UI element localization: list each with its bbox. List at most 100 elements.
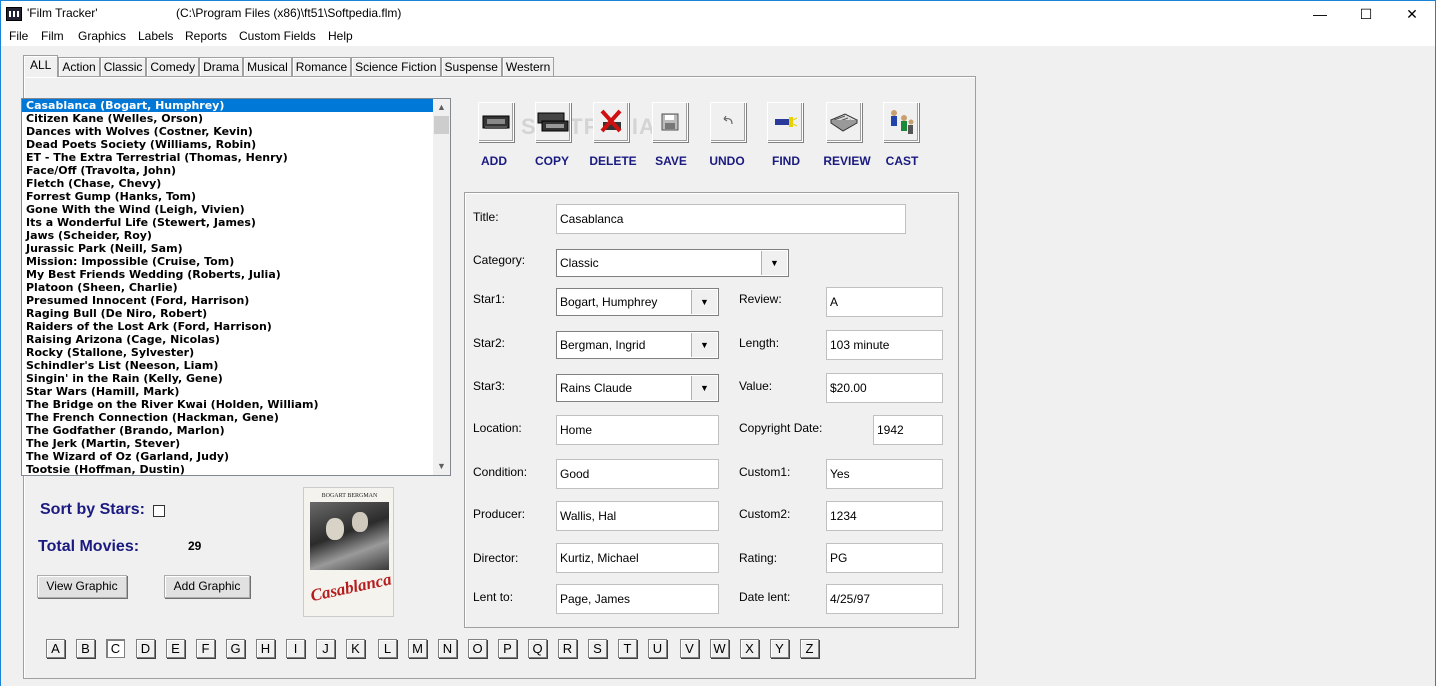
review-field[interactable]: A [826,287,943,317]
producer-field[interactable]: Wallis, Hal [556,501,719,531]
sort-by-stars-checkbox[interactable] [153,505,165,517]
star2-select[interactable]: Bergman, Ingrid ▼ [556,331,719,359]
view-graphic-button[interactable]: View Graphic [37,575,127,598]
list-item[interactable]: Singin' in the Rain (Kelly, Gene) [22,372,434,385]
list-item[interactable]: Raising Arizona (Cage, Nicolas) [22,333,434,346]
undo-button[interactable] [710,102,746,142]
add-graphic-button[interactable]: Add Graphic [164,575,250,598]
category-select[interactable]: Classic ▼ [556,249,789,277]
list-item[interactable]: Rocky (Stallone, Sylvester) [22,346,434,359]
list-item[interactable]: Jaws (Scheider, Roy) [22,229,434,242]
menu-custom-fields[interactable]: Custom Fields [239,29,316,43]
list-item[interactable]: The Jerk (Martin, Stever) [22,437,434,450]
tab-western[interactable]: Western [501,57,555,77]
letter-button-s[interactable]: S [588,639,607,658]
letter-button-e[interactable]: E [166,639,185,658]
copy-button[interactable] [535,102,571,142]
chevron-down-icon[interactable]: ▼ [691,376,717,400]
list-item[interactable]: The Wizard of Oz (Garland, Judy) [22,450,434,463]
custom2-field[interactable]: 1234 [826,501,943,531]
scroll-up-icon[interactable]: ▲ [433,99,450,116]
tab-drama[interactable]: Drama [199,57,244,77]
scroll-down-icon[interactable]: ▼ [433,458,450,475]
cast-button[interactable] [883,102,919,142]
letter-button-l[interactable]: L [378,639,397,658]
list-item[interactable]: Face/Off (Travolta, John) [22,164,434,177]
list-item[interactable]: Citizen Kane (Welles, Orson) [22,112,434,125]
list-item[interactable]: ET - The Extra Terrestrial (Thomas, Henr… [22,151,434,164]
letter-button-y[interactable]: Y [770,639,789,658]
letter-button-u[interactable]: U [648,639,667,658]
tab-all[interactable]: ALL [23,55,59,77]
letter-button-p[interactable]: P [498,639,517,658]
letter-button-i[interactable]: I [286,639,305,658]
list-item[interactable]: Dead Poets Society (Williams, Robin) [22,138,434,151]
title-field[interactable]: Casablanca [556,204,906,234]
letter-button-w[interactable]: W [710,639,729,658]
letter-button-g[interactable]: G [226,639,245,658]
tab-science-fiction[interactable]: Science Fiction [351,57,441,77]
list-item[interactable]: My Best Friends Wedding (Roberts, Julia) [22,268,434,281]
save-button[interactable] [652,102,688,142]
list-item[interactable]: Jurassic Park (Neill, Sam) [22,242,434,255]
movie-list[interactable]: Casablanca (Bogart, Humphrey) Citizen Kan… [21,98,451,476]
list-scrollbar[interactable]: ▲ ▼ [433,99,450,475]
letter-button-f[interactable]: F [196,639,215,658]
chevron-down-icon[interactable]: ▼ [691,290,717,314]
list-item[interactable]: Raging Bull (De Niro, Robert) [22,307,434,320]
list-item[interactable]: Mission: Impossible (Cruise, Tom) [22,255,434,268]
letter-button-q[interactable]: Q [528,639,547,658]
list-item[interactable]: Casablanca (Bogart, Humphrey) [22,99,434,112]
film-strip-icon[interactable] [6,7,22,21]
list-item[interactable]: Fletch (Chase, Chevy) [22,177,434,190]
list-item[interactable]: Tootsie (Hoffman, Dustin) [22,463,434,475]
close-button[interactable]: ✕ [1389,1,1435,27]
letter-button-x[interactable]: X [740,639,759,658]
condition-field[interactable]: Good [556,459,719,489]
add-button[interactable] [478,102,514,142]
value-field[interactable]: $20.00 [826,373,943,403]
delete-button[interactable] [593,102,629,142]
letter-button-z[interactable]: Z [800,639,819,658]
star3-select[interactable]: Rains Claude ▼ [556,374,719,402]
list-item[interactable]: Forrest Gump (Hanks, Tom) [22,190,434,203]
date-lent-field[interactable]: 4/25/97 [826,584,943,614]
find-button[interactable] [767,102,803,142]
letter-button-h[interactable]: H [256,639,275,658]
scroll-thumb[interactable] [434,116,449,134]
menu-film[interactable]: Film [41,29,64,43]
letter-button-c[interactable]: C [106,639,125,658]
menu-file[interactable]: File [9,29,28,43]
minimize-button[interactable]: — [1297,1,1343,27]
letter-button-m[interactable]: M [408,639,427,658]
menu-graphics[interactable]: Graphics [78,29,126,43]
list-item[interactable]: Platoon (Sheen, Charlie) [22,281,434,294]
chevron-down-icon[interactable]: ▼ [761,251,787,275]
letter-button-k[interactable]: K [346,639,365,658]
tab-romance[interactable]: Romance [291,57,352,77]
tab-classic[interactable]: Classic [99,57,147,77]
list-item[interactable]: Dances with Wolves (Costner, Kevin) [22,125,434,138]
rating-field[interactable]: PG [826,543,943,573]
copyright-date-field[interactable]: 1942 [873,415,943,445]
letter-button-n[interactable]: N [438,639,457,658]
menu-help[interactable]: Help [328,29,353,43]
maximize-button[interactable]: ☐ [1343,1,1389,27]
list-item[interactable]: Schindler's List (Neeson, Liam) [22,359,434,372]
letter-button-j[interactable]: J [316,639,335,658]
list-item[interactable]: Its a Wonderful Life (Stewert, James) [22,216,434,229]
letter-button-o[interactable]: O [468,639,487,658]
list-item[interactable]: Raiders of the Lost Ark (Ford, Harrison) [22,320,434,333]
length-field[interactable]: 103 minute [826,330,943,360]
list-item[interactable]: Star Wars (Hamill, Mark) [22,385,434,398]
tab-suspense[interactable]: Suspense [440,57,502,77]
list-item[interactable]: Gone With the Wind (Leigh, Vivien) [22,203,434,216]
director-field[interactable]: Kurtiz, Michael [556,543,719,573]
menu-reports[interactable]: Reports [185,29,227,43]
menu-labels[interactable]: Labels [138,29,173,43]
review-button[interactable] [826,102,862,142]
letter-button-a[interactable]: A [46,639,65,658]
custom1-field[interactable]: Yes [826,459,943,489]
letter-button-r[interactable]: R [558,639,577,658]
list-item[interactable]: Presumed Innocent (Ford, Harrison) [22,294,434,307]
